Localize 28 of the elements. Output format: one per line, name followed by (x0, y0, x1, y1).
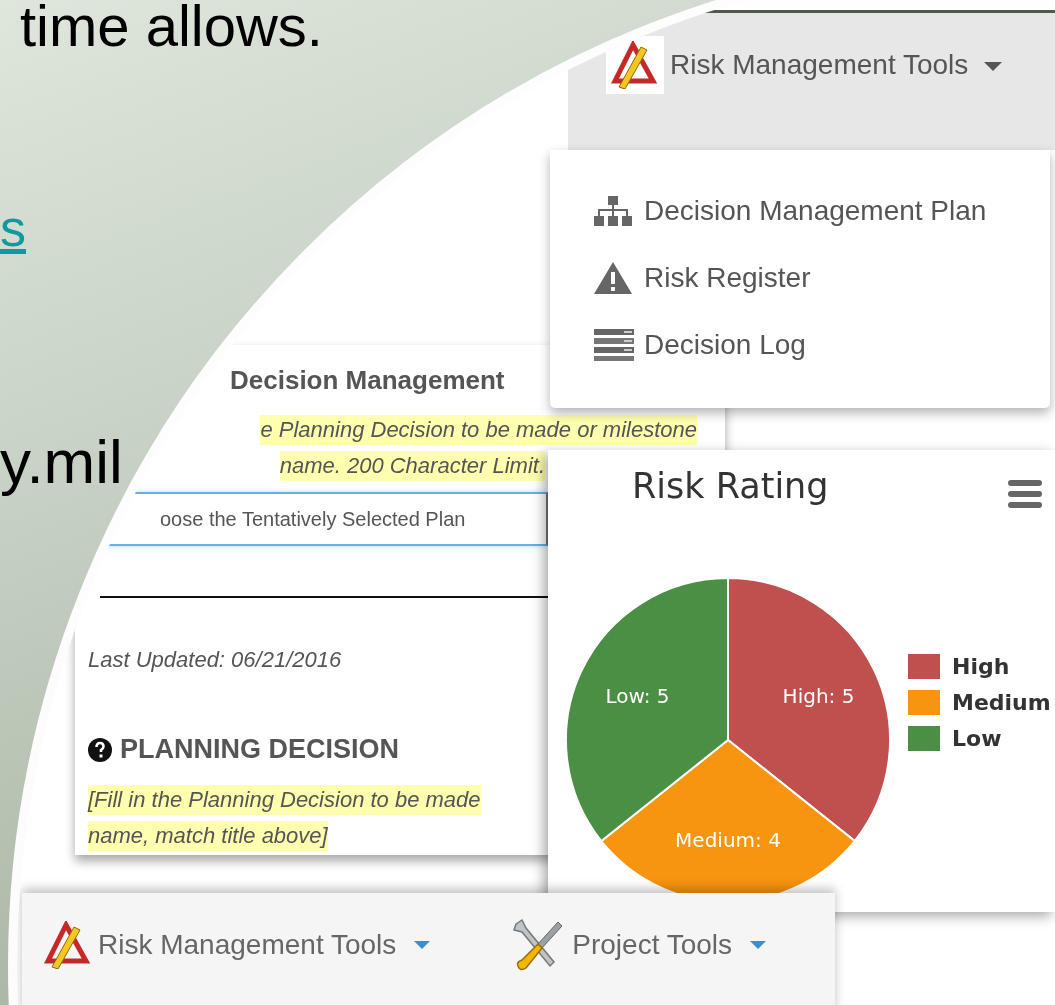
drafting-tools-icon (44, 921, 92, 969)
hierarchy-icon (594, 195, 632, 226)
section-heading: PLANNING DECISION (120, 734, 400, 765)
form-title: Decision Management (230, 365, 505, 396)
legend-label[interactable]: Medium (952, 690, 1051, 715)
field-hint: e Planning Decision to be made or milestone (260, 415, 697, 445)
risk-management-tools-menu[interactable]: Risk Management Tools (568, 10, 1055, 150)
drafting-tools-icon (611, 41, 659, 89)
section-hint: name, match title above] (88, 821, 328, 851)
nav-menu-button[interactable]: Project Tools (508, 918, 767, 972)
slice-label: High: 5 (782, 684, 855, 709)
nav-menu-button[interactable]: Risk Management Tools (44, 918, 431, 972)
field-hint: name. 200 Character Limit. (279, 451, 545, 481)
menu-icon[interactable] (1008, 480, 1042, 508)
caret-icon (414, 941, 431, 949)
chart-title: Risk Rating (632, 466, 829, 506)
caret-icon (984, 62, 1003, 71)
warning-icon (594, 261, 632, 294)
section-hint: [Fill in the Planning Decision to be made (88, 785, 481, 815)
last-updated-text: Last Updated: 06/21/2016 (88, 647, 342, 673)
slice-label: Low: 5 (605, 684, 670, 709)
caret-icon (750, 941, 767, 949)
slide-text: time allows. (20, 0, 323, 58)
list-icon (594, 328, 634, 361)
legend-label[interactable]: High (952, 654, 1010, 679)
help-icon (88, 737, 112, 762)
slice-label: Medium: 4 (675, 828, 781, 853)
legend-label[interactable]: Low (952, 726, 1002, 751)
